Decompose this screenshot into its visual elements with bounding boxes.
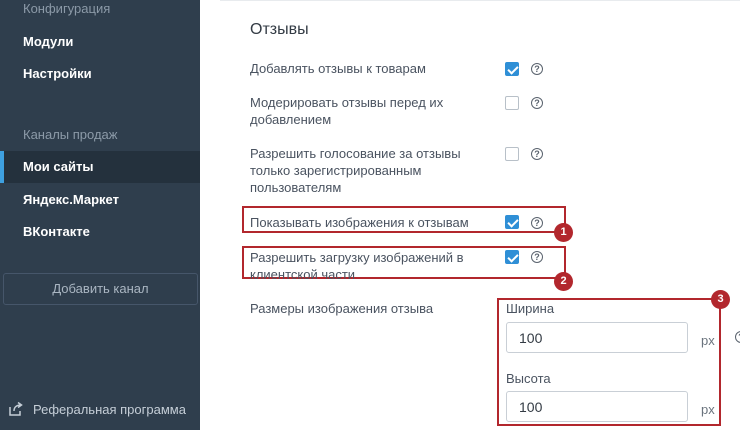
width-input[interactable] (506, 322, 688, 353)
page-title: Отзывы (250, 21, 309, 38)
sidebar-item-settings[interactable]: Настройки (0, 58, 200, 90)
setting-label-show-images: Показывать изображения к отзывам (250, 215, 469, 230)
sidebar-item-modules[interactable]: Модули (0, 26, 200, 58)
height-input[interactable] (506, 391, 688, 422)
sidebar-section-channels: Каналы продаж (23, 127, 118, 142)
help-icon[interactable]: ? (735, 331, 740, 343)
width-label: Ширина (506, 301, 555, 316)
referral-program-link[interactable]: Реферальная программа (8, 398, 186, 420)
moderate-reviews-checkbox[interactable] (505, 96, 519, 110)
sidebar-section-config: Конфигурация (23, 1, 111, 16)
show-images-checkbox[interactable] (505, 215, 519, 229)
help-icon[interactable]: ? (531, 217, 543, 229)
referral-program-label: Реферальная программа (33, 401, 186, 417)
help-icon[interactable]: ? (531, 251, 543, 263)
share-icon (9, 401, 23, 416)
registered-voting-checkbox[interactable] (505, 147, 519, 161)
sidebar-item-yandex-market[interactable]: Яндекс.Маркет (0, 184, 200, 216)
sidebar-item-vkontakte[interactable]: ВКонтакте (0, 216, 200, 248)
setting-label-add-reviews: Добавлять отзывы к товарам (250, 61, 426, 76)
annotation-badge-3: 3 (711, 290, 730, 309)
annotation-badge-1: 1 (554, 223, 573, 242)
setting-label-moderate-reviews: Модерировать отзывы перед их добавлением (250, 95, 444, 127)
setting-label-client-upload: Разрешить загрузку изображений в клиентс… (250, 250, 464, 282)
sidebar: Конфигурация Модули Настройки Каналы про… (0, 0, 200, 430)
help-icon[interactable]: ? (531, 148, 543, 160)
height-unit: px (701, 402, 715, 417)
setting-label-registered-voting: Разрешить голосование за отзывы только з… (250, 146, 461, 195)
sidebar-item-my-sites[interactable]: Мои сайты (0, 151, 200, 183)
divider (220, 0, 740, 1)
help-icon[interactable]: ? (531, 63, 543, 75)
add-channel-button[interactable]: Добавить канал (3, 273, 198, 305)
height-label: Высота (506, 371, 551, 386)
width-unit: px (701, 333, 715, 348)
add-reviews-checkbox[interactable] (505, 62, 519, 76)
client-upload-checkbox[interactable] (505, 250, 519, 264)
reviews-settings-panel: Отзывы Добавлять отзывы к товарам ? Моде… (200, 0, 740, 430)
annotation-badge-2: 2 (554, 272, 573, 291)
setting-label-image-size: Размеры изображения отзыва (250, 301, 434, 316)
help-icon[interactable]: ? (531, 97, 543, 109)
